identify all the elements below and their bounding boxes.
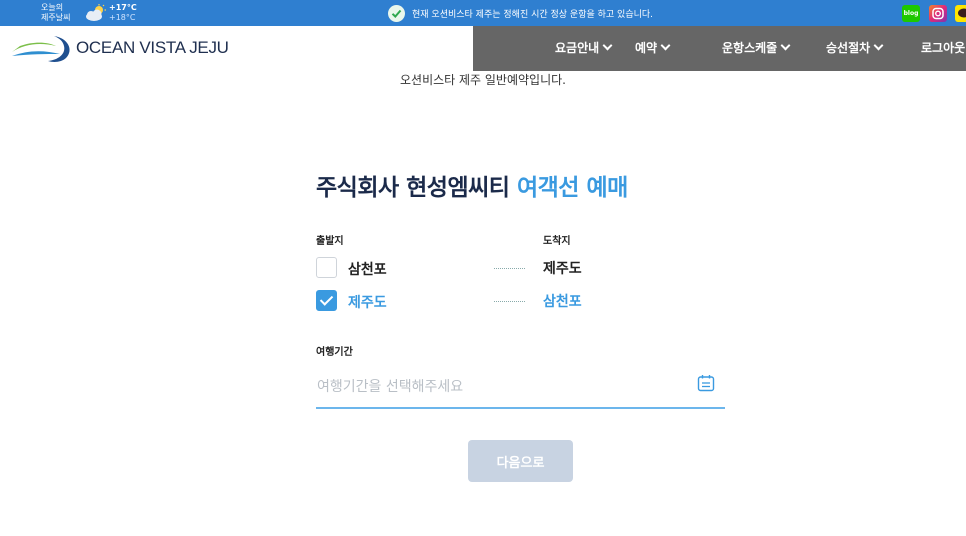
- partly-cloudy-icon: [86, 4, 106, 21]
- chevron-down-icon: [660, 40, 671, 51]
- route-divider: [494, 268, 525, 269]
- page-title: 주식회사 현성엠씨티 여객선 예매: [316, 168, 628, 202]
- wave-logo-icon: [12, 36, 70, 62]
- operation-notice: 현재 오션비스타 제주는 정해진 시간 정상 운항을 하고 있습니다.: [388, 4, 653, 22]
- route-divider: [494, 301, 525, 302]
- temp-low: +18°C: [109, 13, 136, 22]
- arrival-label: 도착지: [543, 236, 571, 247]
- kakao-icon[interactable]: [955, 5, 966, 22]
- route-to-1: 제주도: [543, 261, 582, 277]
- chevron-down-icon: [780, 40, 791, 51]
- nav-item-logout[interactable]: 로그아웃: [921, 26, 965, 71]
- instagram-icon[interactable]: [929, 5, 947, 22]
- notice-text: 현재 오션비스타 제주는 정해진 시간 정상 운항을 하고 있습니다.: [412, 9, 654, 20]
- blog-icon[interactable]: blog: [902, 5, 920, 22]
- nav-item-boarding[interactable]: 승선절차: [826, 26, 884, 71]
- chevron-down-icon: [602, 40, 613, 51]
- check-circle-icon: [388, 4, 405, 22]
- page-subtitle: 오션비스타 제주 일반예약입니다.: [399, 73, 566, 87]
- weather-label: 오늘의 제주날씨: [41, 3, 71, 22]
- departure-label: 출발지: [316, 236, 344, 247]
- travel-period-input[interactable]: [316, 366, 725, 409]
- top-bar: 오늘의 제주날씨 +17°C +18°C 현재 오션비스타 제주는 정해진 시간…: [0, 0, 966, 26]
- title-accent: 여객선 예매: [516, 175, 628, 201]
- weather-temps: +17°C +18°C: [109, 3, 137, 23]
- route-from-1: 삼천포: [348, 262, 387, 278]
- logo-text: OCEAN VISTA JEJU: [76, 38, 229, 57]
- title-main: 주식회사 현성엠씨티: [316, 175, 517, 201]
- calendar-icon[interactable]: [697, 374, 715, 392]
- period-label: 여행기간: [316, 347, 353, 358]
- next-button[interactable]: 다음으로: [468, 440, 573, 482]
- main-nav: 요금안내 예약 운항스케줄 승선절차 로그아웃: [473, 26, 966, 71]
- nav-item-schedule[interactable]: 운항스케줄: [722, 26, 791, 71]
- route-checkbox-samcheonpo-jeju[interactable]: [316, 257, 337, 278]
- route-from-2: 제주도: [348, 295, 387, 311]
- nav-item-reservation[interactable]: 예약: [635, 26, 671, 71]
- route-checkbox-jeju-samcheonpo[interactable]: [316, 290, 337, 311]
- chevron-down-icon: [873, 40, 884, 51]
- temp-high: +17°C: [109, 3, 137, 12]
- route-to-2: 삼천포: [543, 294, 582, 310]
- site-logo[interactable]: OCEAN VISTA JEJU: [10, 32, 229, 64]
- nav-item-fares[interactable]: 요금안내: [555, 26, 613, 71]
